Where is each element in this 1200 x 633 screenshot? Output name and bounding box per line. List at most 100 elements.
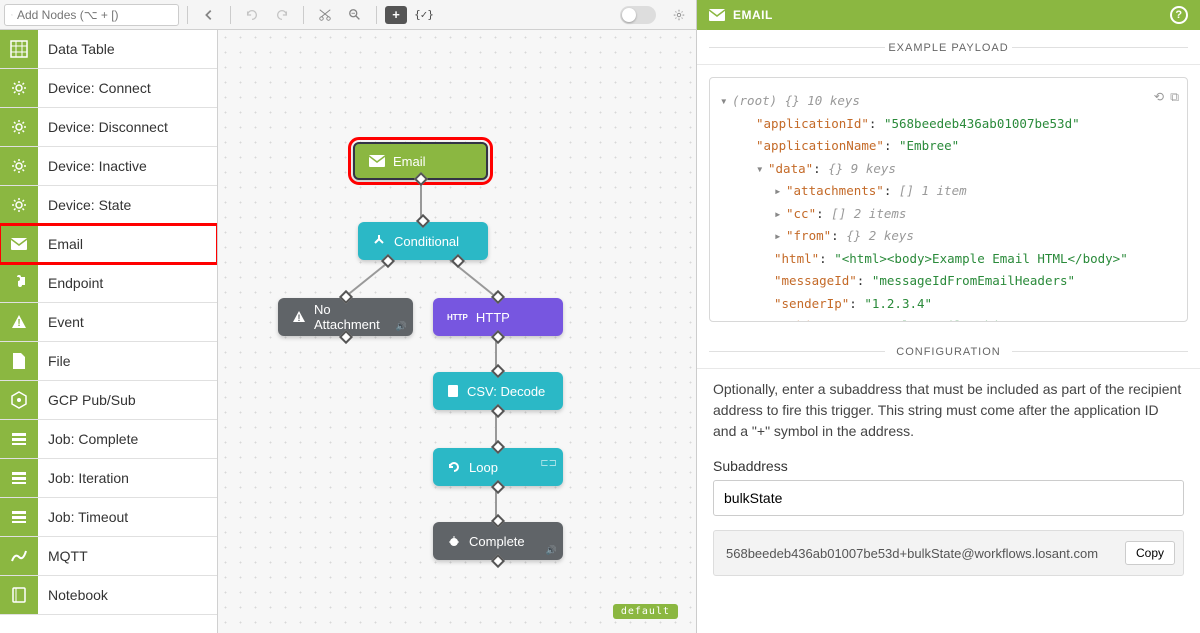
sidebar-item-file[interactable]: File <box>0 342 217 381</box>
expand-icon[interactable]: ⟲ <box>1154 86 1164 109</box>
wave-icon <box>0 537 38 575</box>
sidebar-item-label: Email <box>38 236 83 252</box>
node-label: Loop <box>469 460 498 475</box>
sidebar-item-label: Job: Complete <box>38 431 138 447</box>
undo-button[interactable] <box>239 4 265 26</box>
puzzle-icon <box>0 264 38 302</box>
sound-icon: 🔊 <box>546 545 557 556</box>
redo-button[interactable] <box>269 4 295 26</box>
sidebar-item-notebook[interactable]: Notebook <box>0 576 217 615</box>
bug-icon <box>447 534 461 548</box>
payload-viewer[interactable]: ⟲ ⧉ ▾(root) {} 10 keys"applicationId": "… <box>709 77 1188 322</box>
sidebar-item-gcp-pub-sub[interactable]: GCP Pub/Sub <box>0 381 217 420</box>
grid-icon <box>0 30 38 68</box>
toggle-switch[interactable] <box>620 6 656 24</box>
braces-button[interactable]: {✓} <box>411 4 437 26</box>
http-icon: HTTP <box>447 313 468 322</box>
sidebar-item-label: File <box>38 353 71 369</box>
panel-header: EMAIL ? <box>697 0 1200 30</box>
sidebar-item-label: Endpoint <box>38 275 103 291</box>
subaddress-input[interactable] <box>713 480 1184 516</box>
gear-icon <box>0 69 38 107</box>
flow-node-loop[interactable]: Loop ⊏⊐ <box>433 448 563 486</box>
branch-icon <box>372 234 386 248</box>
sidebar-item-mqtt[interactable]: MQTT <box>0 537 217 576</box>
help-button[interactable]: ? <box>1170 6 1188 24</box>
svg-text:!: ! <box>17 318 20 329</box>
svg-text:!: ! <box>298 313 301 323</box>
node-label: HTTP <box>476 310 510 325</box>
expand-icon: ⊏⊐ <box>540 458 557 469</box>
sidebar-item-job-complete[interactable]: Job: Complete <box>0 420 217 459</box>
node-label: No Attachment <box>314 302 399 332</box>
search-input[interactable] <box>17 8 172 22</box>
node-palette: Data Table Device: Connect Device: Disconn… <box>0 30 218 633</box>
sidebar-item-device-connect[interactable]: Device: Connect <box>0 69 217 108</box>
mail-icon <box>0 225 38 263</box>
file-icon <box>0 342 38 380</box>
sidebar-item-label: Notebook <box>38 587 108 603</box>
search-container <box>4 4 179 26</box>
mail-icon <box>709 9 725 21</box>
section-config-title: CONFIGURATION <box>697 334 1200 369</box>
flow-canvas[interactable]: Email Conditional ! No Attachment 🔊 HTTP <box>218 30 696 633</box>
sidebar-item-device-state[interactable]: Device: State <box>0 186 217 225</box>
stack-icon <box>0 420 38 458</box>
node-label: CSV: Decode <box>467 384 545 399</box>
node-label: Conditional <box>394 234 459 249</box>
sidebar-item-device-disconnect[interactable]: Device: Disconnect <box>0 108 217 147</box>
settings-icon[interactable] <box>666 4 692 26</box>
section-payload-title: EXAMPLE PAYLOAD <box>697 30 1200 65</box>
flow-node-email[interactable]: Email <box>353 142 488 180</box>
gear-icon <box>0 186 38 224</box>
node-label: Email <box>393 154 426 169</box>
sidebar-item-job-timeout[interactable]: Job: Timeout <box>0 498 217 537</box>
flow-node-conditional[interactable]: Conditional <box>358 222 488 260</box>
gear-icon <box>0 147 38 185</box>
config-description: Optionally, enter a subaddress that must… <box>697 369 1200 452</box>
hex-icon <box>0 381 38 419</box>
flow-node-http[interactable]: HTTP HTTP <box>433 298 563 336</box>
search-icon <box>11 9 13 21</box>
file-icon <box>447 384 459 398</box>
sidebar-item-label: Device: Connect <box>38 80 151 96</box>
sidebar-item-data-table[interactable]: Data Table <box>0 30 217 69</box>
flow-node-complete[interactable]: Complete 🔊 <box>433 522 563 560</box>
zoom-out-button[interactable] <box>342 4 368 26</box>
panel-title: EMAIL <box>733 8 773 22</box>
copy-email-value: 568beedeb436ab01007be53d+bulkState@workf… <box>726 546 1098 561</box>
flow-node-csv-decode[interactable]: CSV: Decode <box>433 372 563 410</box>
sidebar-item-label: MQTT <box>38 548 88 564</box>
sidebar-item-label: Job: Iteration <box>38 470 129 486</box>
mail-icon <box>369 155 385 167</box>
sidebar-item-label: Device: Disconnect <box>38 119 168 135</box>
sidebar-item-endpoint[interactable]: Endpoint <box>0 264 217 303</box>
warning-icon: ! <box>292 310 306 324</box>
sidebar-item-label: Device: Inactive <box>38 158 147 174</box>
panel-body: EXAMPLE PAYLOAD ⟲ ⧉ ▾(root) {} 10 keys"a… <box>697 30 1200 633</box>
sound-icon: 🔊 <box>396 321 407 332</box>
cut-button[interactable] <box>312 4 338 26</box>
sidebar-item-email[interactable]: Email <box>0 225 217 264</box>
subaddress-label: Subaddress <box>697 452 1200 478</box>
sidebar-item-event[interactable]: !Event <box>0 303 217 342</box>
book-icon <box>0 576 38 614</box>
sidebar-item-label: GCP Pub/Sub <box>38 392 136 408</box>
loop-icon <box>447 460 461 474</box>
sidebar-item-label: Data Table <box>38 41 115 57</box>
sidebar-item-label: Device: State <box>38 197 131 213</box>
add-button[interactable]: + <box>385 6 407 24</box>
copy-row: 568beedeb436ab01007be53d+bulkState@workf… <box>713 530 1184 576</box>
stack-icon <box>0 459 38 497</box>
copy-button[interactable]: Copy <box>1125 541 1175 565</box>
sidebar-item-device-inactive[interactable]: Device: Inactive <box>0 147 217 186</box>
sidebar-item-label: Job: Timeout <box>38 509 128 525</box>
flow-node-no-attachment[interactable]: ! No Attachment 🔊 <box>278 298 413 336</box>
stack-icon <box>0 498 38 536</box>
warning-icon: ! <box>0 303 38 341</box>
back-button[interactable] <box>196 4 222 26</box>
gear-icon <box>0 108 38 146</box>
sidebar-item-job-iteration[interactable]: Job: Iteration <box>0 459 217 498</box>
copy-icon[interactable]: ⧉ <box>1170 86 1179 109</box>
node-label: Complete <box>469 534 525 549</box>
